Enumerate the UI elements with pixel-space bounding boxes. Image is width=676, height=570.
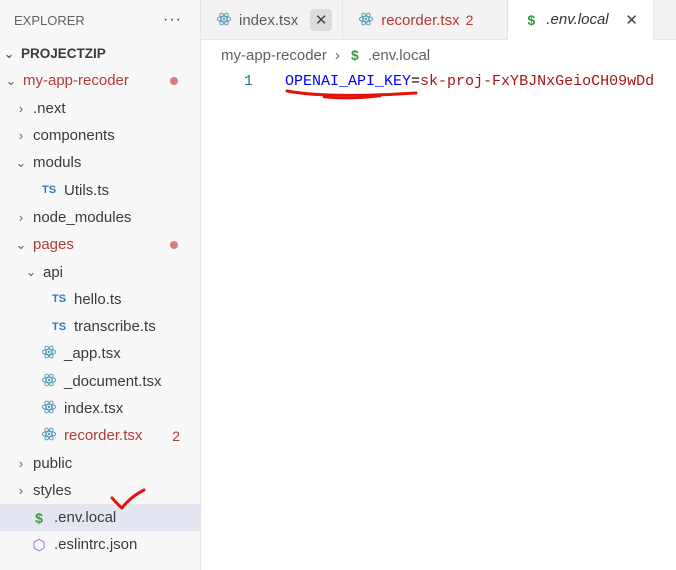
tree-item[interactable]: › styles xyxy=(0,477,200,504)
more-actions-icon[interactable]: ··· xyxy=(163,11,182,29)
tree-item[interactable]: TS Utils.ts xyxy=(0,176,200,203)
tab-problem-count: 2 xyxy=(465,12,474,28)
typescript-file-icon: TS xyxy=(51,320,67,333)
tree-item-label: Utils.ts xyxy=(64,181,109,199)
code-content[interactable]: OPENAI_API_KEY=sk-proj-FxYBJNxGeioCH09wD… xyxy=(285,73,654,90)
tree-item-label: _document.tsx xyxy=(64,372,162,390)
tree-item[interactable]: › public xyxy=(0,449,200,476)
tree-item[interactable]: index.tsx xyxy=(0,395,200,422)
tree-item[interactable]: TS hello.ts xyxy=(0,286,200,313)
dollar-file-icon: $ xyxy=(35,509,43,526)
project-root-label: PROJECTZIP xyxy=(21,46,106,62)
typescript-file-icon: TS xyxy=(41,184,57,197)
tree-item[interactable]: _document.tsx xyxy=(0,368,200,395)
breadcrumb-file[interactable]: .env.local xyxy=(368,47,430,64)
close-icon[interactable]: ✕ xyxy=(310,9,333,31)
tree-item[interactable]: $ .env.local xyxy=(0,504,200,532)
tree-item[interactable]: › components xyxy=(0,122,200,149)
react-file-icon xyxy=(40,426,58,445)
editor-line[interactable]: 1 OPENAI_API_KEY=sk-proj-FxYBJNxGeioCH09… xyxy=(201,70,676,92)
react-file-icon xyxy=(40,344,58,363)
chevron-down-icon: ⌄ xyxy=(15,154,27,170)
tab-label: index.tsx xyxy=(239,11,299,29)
explorer-sidebar: EXPLORER ··· ⌄ PROJECTZIP ⌄ my-app-recode… xyxy=(0,0,201,570)
env-key: OPENAI_API_KEY xyxy=(285,72,412,90)
chevron-down-icon: ⌄ xyxy=(3,45,15,61)
dollar-file-icon: $ xyxy=(527,11,536,28)
breadcrumb-separator-icon: › xyxy=(334,46,340,64)
tree-item-label: moduls xyxy=(33,154,82,172)
chevron-right-icon: › xyxy=(18,100,24,116)
tree-item-label: public xyxy=(33,454,73,472)
react-file-icon xyxy=(40,372,58,391)
dollar-file-icon: $ xyxy=(350,47,359,63)
code-editor[interactable]: 1 OPENAI_API_KEY=sk-proj-FxYBJNxGeioCH09… xyxy=(201,70,676,570)
chevron-down-icon: ⌄ xyxy=(25,264,37,280)
tree-item[interactable]: › .next xyxy=(0,95,200,122)
breadcrumb-folder[interactable]: my-app-recoder xyxy=(221,47,327,64)
tree-item-label: hello.ts xyxy=(74,290,122,308)
explorer-title: EXPLORER xyxy=(14,12,85,28)
tree-item[interactable]: ⌄ moduls xyxy=(0,149,200,176)
tree-item-label: node_modules xyxy=(33,208,132,226)
tree-item[interactable]: recorder.tsx 2 xyxy=(0,422,200,449)
line-number: 1 xyxy=(243,72,253,90)
tree-item[interactable]: TS transcribe.ts xyxy=(0,313,200,340)
file-tree: ⌄ my-app-recoder › .next › components ⌄ moduls T… xyxy=(0,67,200,558)
tree-item[interactable]: › node_modules xyxy=(0,204,200,231)
chevron-right-icon: › xyxy=(18,128,24,144)
chevron-right-icon: › xyxy=(18,209,24,225)
tree-item-label: components xyxy=(33,127,115,145)
problem-count-badge: 2 xyxy=(172,427,180,444)
chevron-down-icon: ⌄ xyxy=(15,236,27,252)
react-file-icon xyxy=(357,11,375,30)
chevron-right-icon: › xyxy=(18,455,24,471)
modified-dot-icon xyxy=(170,76,178,85)
tab-bar: index.tsx ✕ recorder.tsx 2 $ .env.local ✕ xyxy=(201,0,676,40)
project-root[interactable]: ⌄ PROJECTZIP xyxy=(0,40,200,67)
breadcrumb: my-app-recoder › $ .env.local xyxy=(201,40,676,70)
tree-item-label: recorder.tsx xyxy=(64,427,143,445)
tree-item-label: styles xyxy=(33,481,72,499)
typescript-file-icon: TS xyxy=(51,293,67,306)
tree-item-label: transcribe.ts xyxy=(74,318,156,336)
tree-item[interactable]: ⌄ my-app-recoder xyxy=(0,67,200,94)
editor-tab[interactable]: recorder.tsx 2 xyxy=(343,0,509,40)
close-icon[interactable]: ✕ xyxy=(621,9,643,31)
tab-label: recorder.tsx xyxy=(381,11,460,29)
tree-item-label: pages xyxy=(33,236,74,254)
tree-item[interactable]: ⬡ .eslintrc.json xyxy=(0,531,200,558)
tree-item[interactable]: _app.tsx xyxy=(0,340,200,367)
react-file-icon xyxy=(215,11,233,30)
chevron-down-icon: ⌄ xyxy=(5,72,17,88)
tree-item-label: .env.local xyxy=(54,509,117,527)
tree-item-label: my-app-recoder xyxy=(23,72,129,90)
modified-dot-icon xyxy=(170,240,178,249)
env-value: sk-proj-FxYBJNxGeioCH09wDd xyxy=(420,72,655,90)
tree-item-label: _app.tsx xyxy=(64,345,121,363)
chevron-right-icon: › xyxy=(18,482,24,498)
tree-item-label: .next xyxy=(33,99,66,117)
editor-tab[interactable]: index.tsx ✕ xyxy=(201,0,344,40)
tree-item[interactable]: ⌄ pages xyxy=(0,231,200,258)
tree-item[interactable]: ⌄ api xyxy=(0,258,200,285)
tab-label: .env.local xyxy=(546,11,609,28)
tree-item-label: .eslintrc.json xyxy=(54,536,138,554)
env-equals: = xyxy=(411,72,421,90)
explorer-header: EXPLORER ··· xyxy=(0,0,200,40)
react-file-icon xyxy=(40,399,58,418)
tree-item-label: api xyxy=(43,263,64,281)
editor-tab[interactable]: $ .env.local ✕ xyxy=(508,0,654,40)
tree-item-label: index.tsx xyxy=(64,400,124,417)
eslint-file-icon: ⬡ xyxy=(32,536,46,554)
